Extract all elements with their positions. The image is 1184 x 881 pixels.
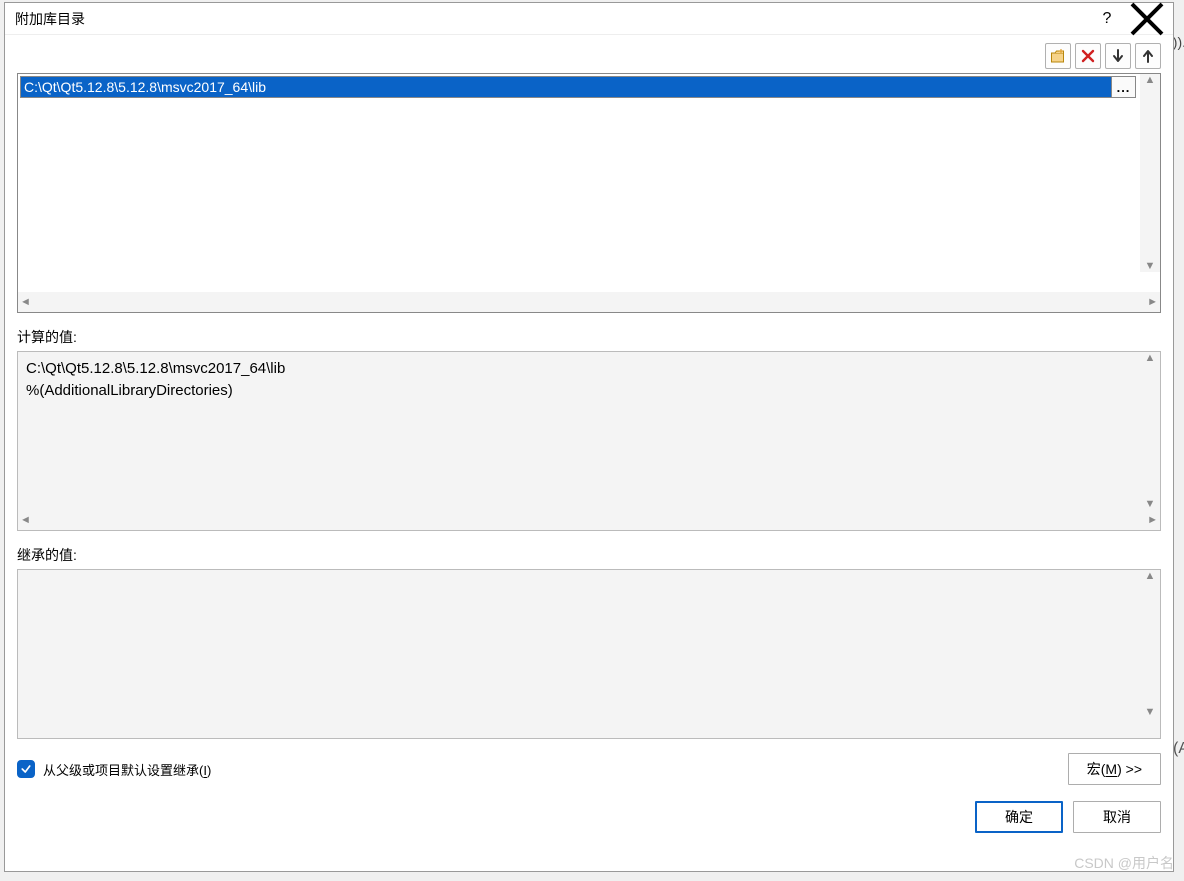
inherited-values-text <box>18 570 1160 738</box>
computed-values-label: 计算的值: <box>17 327 1161 347</box>
scroll-up-icon: ▲ <box>1145 74 1156 86</box>
inherit-checkbox[interactable] <box>17 760 35 778</box>
directories-listbox[interactable]: C:\Qt\Qt5.12.8\5.12.8\msvc2017_64\lib ..… <box>17 73 1161 313</box>
ok-button[interactable]: 确定 <box>975 801 1063 833</box>
new-folder-icon <box>1050 48 1066 64</box>
vertical-scrollbar[interactable]: ▲ ▼ <box>1140 74 1160 272</box>
list-toolbar <box>17 43 1161 69</box>
horizontal-scrollbar[interactable]: ◄ ► <box>18 510 1160 530</box>
list-item[interactable]: C:\Qt\Qt5.12.8\5.12.8\msvc2017_64\lib ..… <box>20 76 1136 98</box>
move-down-button[interactable] <box>1105 43 1131 69</box>
inherited-values-label: 继承的值: <box>17 545 1161 565</box>
vertical-scrollbar[interactable]: ▲ ▼ <box>1140 570 1160 718</box>
scroll-right-icon: ► <box>1147 514 1158 526</box>
scroll-left-icon: ◄ <box>20 296 31 308</box>
new-line-button[interactable] <box>1045 43 1071 69</box>
scroll-up-icon: ▲ <box>1145 570 1156 582</box>
scroll-down-icon: ▼ <box>1145 706 1156 718</box>
arrow-down-icon <box>1110 48 1126 64</box>
macros-button[interactable]: 宏(M) >> <box>1068 753 1161 785</box>
horizontal-scrollbar[interactable]: ◄ ► <box>18 292 1160 312</box>
delete-line-button[interactable] <box>1075 43 1101 69</box>
scroll-up-icon: ▲ <box>1145 352 1156 364</box>
inherit-checkbox-label[interactable]: 从父级或项目默认设置继承(I) <box>43 760 211 779</box>
additional-library-dirs-dialog: 附加库目录 ? <box>4 2 1174 872</box>
titlebar: 附加库目录 ? <box>5 3 1173 35</box>
computed-values-text: C:\Qt\Qt5.12.8\5.12.8\msvc2017_64\lib %(… <box>18 352 1160 510</box>
delete-icon <box>1080 48 1096 64</box>
computed-values-box: C:\Qt\Qt5.12.8\5.12.8\msvc2017_64\lib %(… <box>17 351 1161 531</box>
close-icon <box>1127 0 1167 39</box>
scroll-right-icon: ► <box>1147 296 1158 308</box>
scroll-down-icon: ▼ <box>1145 498 1156 510</box>
browse-button[interactable]: ... <box>1111 77 1135 97</box>
scroll-down-icon: ▼ <box>1145 260 1156 272</box>
arrow-up-icon <box>1140 48 1156 64</box>
cancel-button[interactable]: 取消 <box>1073 801 1161 833</box>
help-button[interactable]: ? <box>1087 5 1127 33</box>
background-fragment: )). <box>1173 34 1184 50</box>
dialog-title: 附加库目录 <box>15 9 1087 29</box>
check-icon <box>20 763 32 775</box>
inherited-values-box: ▲ ▼ <box>17 569 1161 739</box>
scroll-left-icon: ◄ <box>20 514 31 526</box>
vertical-scrollbar[interactable]: ▲ ▼ <box>1140 352 1160 510</box>
close-button[interactable] <box>1127 5 1167 33</box>
move-up-button[interactable] <box>1135 43 1161 69</box>
path-input[interactable]: C:\Qt\Qt5.12.8\5.12.8\msvc2017_64\lib <box>21 77 1111 97</box>
background-fragment-2: (A <box>1173 740 1184 758</box>
